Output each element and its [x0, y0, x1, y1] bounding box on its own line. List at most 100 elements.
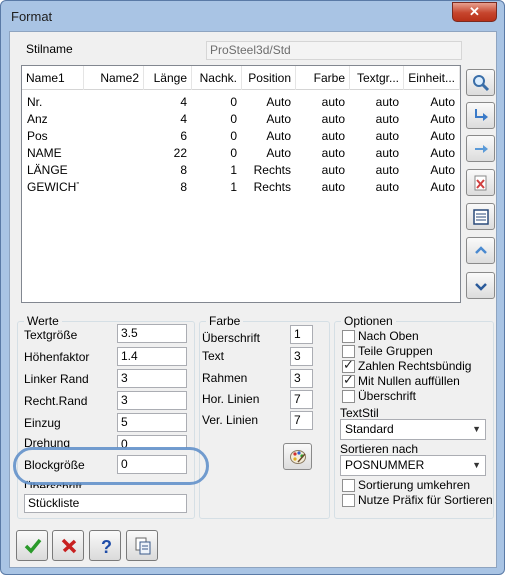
cell-textgr: auto: [375, 112, 399, 126]
palette-icon: [290, 450, 306, 464]
cell-name1: Pos: [27, 129, 48, 143]
cell-name1: LÄNGE: [27, 163, 68, 177]
textstil-label: TextStil: [340, 406, 379, 420]
check-label-sortierung-umkehren: Sortierung umkehren: [358, 478, 471, 492]
ok-check-icon: [24, 538, 42, 554]
help-button[interactable]: ?: [89, 530, 121, 561]
recht-rand-input[interactable]: 3: [117, 391, 187, 410]
cell-nachk: 0: [230, 112, 237, 126]
col-header-nachk[interactable]: Nachk.: [192, 66, 242, 90]
farbe-ver-linien-input[interactable]: 7: [290, 411, 313, 430]
sortieren-label: Sortieren nach: [340, 442, 419, 456]
close-icon: ✕: [469, 4, 480, 19]
ueberschrift-input[interactable]: Stückliste: [24, 494, 187, 513]
list-button[interactable]: [466, 203, 495, 230]
einzug-input[interactable]: 5: [117, 413, 187, 432]
farbe-rahmen-input[interactable]: 3: [290, 369, 313, 388]
cell-nachk: 0: [230, 95, 237, 109]
table-row[interactable]: LÄNGE 8 1 Rechts auto auto Auto: [22, 162, 460, 179]
cell-laenge: 22: [173, 146, 187, 160]
werte-label-recht-rand: Recht.Rand: [24, 394, 88, 408]
linker-rand-input[interactable]: 3: [117, 369, 187, 388]
check-nutze-praefix[interactable]: [342, 494, 355, 507]
check-nach-oben[interactable]: [342, 330, 355, 343]
cell-position: Auto: [266, 146, 291, 160]
check-label-nach-oben: Nach Oben: [358, 329, 419, 343]
check-mit-nullen[interactable]: [342, 373, 355, 388]
arrow-right-button[interactable]: [466, 135, 495, 162]
werte-label-einzug: Einzug: [24, 416, 61, 430]
hoehenfaktor-input[interactable]: 1.4: [117, 347, 187, 366]
cell-laenge: 4: [180, 112, 187, 126]
column-list[interactable]: Name1 Name2 Länge Nachk. Position Farbe …: [21, 65, 461, 303]
col-header-name2[interactable]: Name2: [84, 66, 144, 90]
cell-name2: [89, 94, 139, 111]
cell-position: Rechts: [253, 180, 291, 194]
table-row[interactable]: NAME 22 0 Auto auto auto Auto: [22, 145, 460, 162]
list-header: Name1 Name2 Länge Nachk. Position Farbe …: [22, 66, 460, 90]
cancel-x-icon: [61, 538, 77, 554]
search-button[interactable]: [466, 69, 495, 96]
cell-position: Auto: [266, 95, 291, 109]
check-sortierung-umkehren[interactable]: [342, 479, 355, 492]
search-icon: [473, 75, 490, 92]
cell-einheit: Auto: [430, 129, 455, 143]
col-header-name1[interactable]: Name1: [22, 66, 84, 90]
arrow-up-icon: [475, 246, 487, 254]
title-bar: Format ✕: [1, 1, 504, 31]
farbe-hor-linien-input[interactable]: 7: [290, 390, 313, 409]
stilname-label: Stilname: [26, 42, 73, 56]
check-zahlen-rechtsbuendig[interactable]: [342, 358, 355, 373]
dialog-body: Stilname ProSteel3d/Std Name1 Name2 Läng…: [9, 31, 497, 568]
move-right-icon: [475, 109, 488, 121]
check-ueberschrift[interactable]: [342, 390, 355, 403]
cell-nachk: 1: [230, 163, 237, 177]
cell-einheit: Auto: [430, 180, 455, 194]
col-header-textgr[interactable]: Textgr...: [350, 66, 404, 90]
textgroesse-input[interactable]: 3.5: [117, 324, 187, 343]
close-button[interactable]: ✕: [452, 2, 497, 22]
cell-laenge: 8: [180, 180, 187, 194]
move-up-button[interactable]: [466, 237, 495, 264]
window-title: Format: [11, 9, 53, 24]
farbe-text-input[interactable]: 3: [290, 347, 313, 366]
palette-button[interactable]: [283, 443, 312, 470]
col-header-farbe[interactable]: Farbe: [296, 66, 350, 90]
check-label-ueberschrift: Überschrift: [358, 389, 417, 403]
cell-name2: [89, 179, 139, 196]
copy-icon: [135, 537, 151, 555]
farbe-ueberschrift-input[interactable]: 1: [290, 325, 313, 344]
table-row[interactable]: Anz 4 0 Auto auto auto Auto: [22, 111, 460, 128]
textstil-select[interactable]: Standard ▼: [340, 419, 486, 440]
move-right-button[interactable]: [466, 102, 495, 129]
col-header-einheit[interactable]: Einheit...: [404, 66, 460, 90]
stilname-field[interactable]: ProSteel3d/Std: [206, 41, 462, 60]
farbe-label-ver-linien: Ver. Linien: [202, 413, 259, 427]
sortieren-value: POSNUMMER: [345, 458, 425, 472]
werte-label-hoehenfaktor: Höhenfaktor: [24, 350, 90, 364]
cell-farbe: auto: [321, 146, 345, 160]
check-teile-gruppen[interactable]: [342, 345, 355, 358]
list-icon: [473, 209, 489, 225]
cell-einheit: Auto: [430, 146, 455, 160]
cell-farbe: auto: [321, 163, 345, 177]
sortieren-select[interactable]: POSNUMMER ▼: [340, 455, 486, 476]
cell-farbe: auto: [321, 180, 345, 194]
copy-button[interactable]: [126, 530, 158, 561]
cell-farbe: auto: [321, 95, 345, 109]
move-down-button[interactable]: [466, 272, 495, 299]
check-label-mit-nullen: Mit Nullen auffüllen: [358, 374, 460, 388]
cell-textgr: auto: [375, 129, 399, 143]
table-row[interactable]: Nr. 4 0 Auto auto auto Auto: [22, 94, 460, 111]
chevron-down-icon: ▼: [472, 424, 481, 434]
table-row[interactable]: Pos 6 0 Auto auto auto Auto: [22, 128, 460, 145]
col-header-position[interactable]: Position: [242, 66, 296, 90]
ok-button[interactable]: [16, 530, 48, 561]
check-label-zahlen-rechtsbuendig: Zahlen Rechtsbündig: [358, 359, 472, 373]
cell-laenge: 4: [180, 95, 187, 109]
delete-button[interactable]: [466, 169, 495, 196]
table-row[interactable]: GEWICHT 8 1 Rechts auto auto Auto: [22, 179, 460, 196]
col-header-laenge[interactable]: Länge: [144, 66, 192, 90]
cancel-button[interactable]: [52, 530, 84, 561]
format-dialog: Format ✕ Stilname ProSteel3d/Std Name1 N…: [0, 0, 505, 575]
